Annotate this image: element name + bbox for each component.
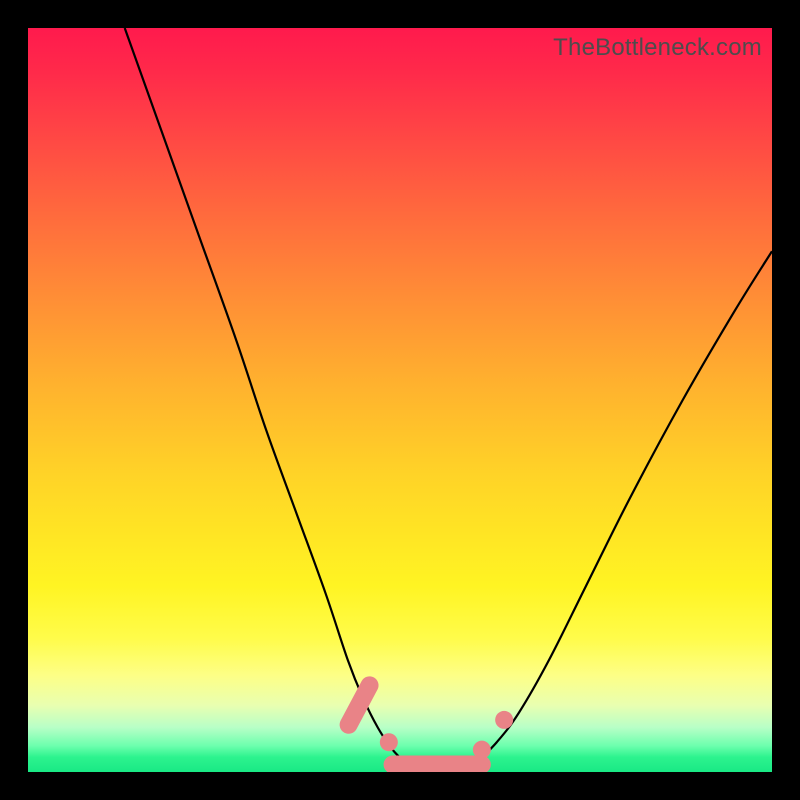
marker-layer <box>336 673 513 772</box>
marker-dot-4 <box>495 711 513 729</box>
curve-layer <box>125 28 772 769</box>
chart-frame: TheBottleneck.com <box>0 0 800 800</box>
marker-dot-1 <box>380 733 398 751</box>
chart-svg <box>28 28 772 772</box>
series-left-curve <box>125 28 408 765</box>
watermark-text: TheBottleneck.com <box>553 34 762 62</box>
marker-pill-0 <box>336 673 381 737</box>
series-right-curve <box>474 251 772 764</box>
plot-area: TheBottleneck.com <box>28 28 772 772</box>
marker-dot-3 <box>473 741 491 759</box>
marker-pill-2 <box>384 756 491 772</box>
